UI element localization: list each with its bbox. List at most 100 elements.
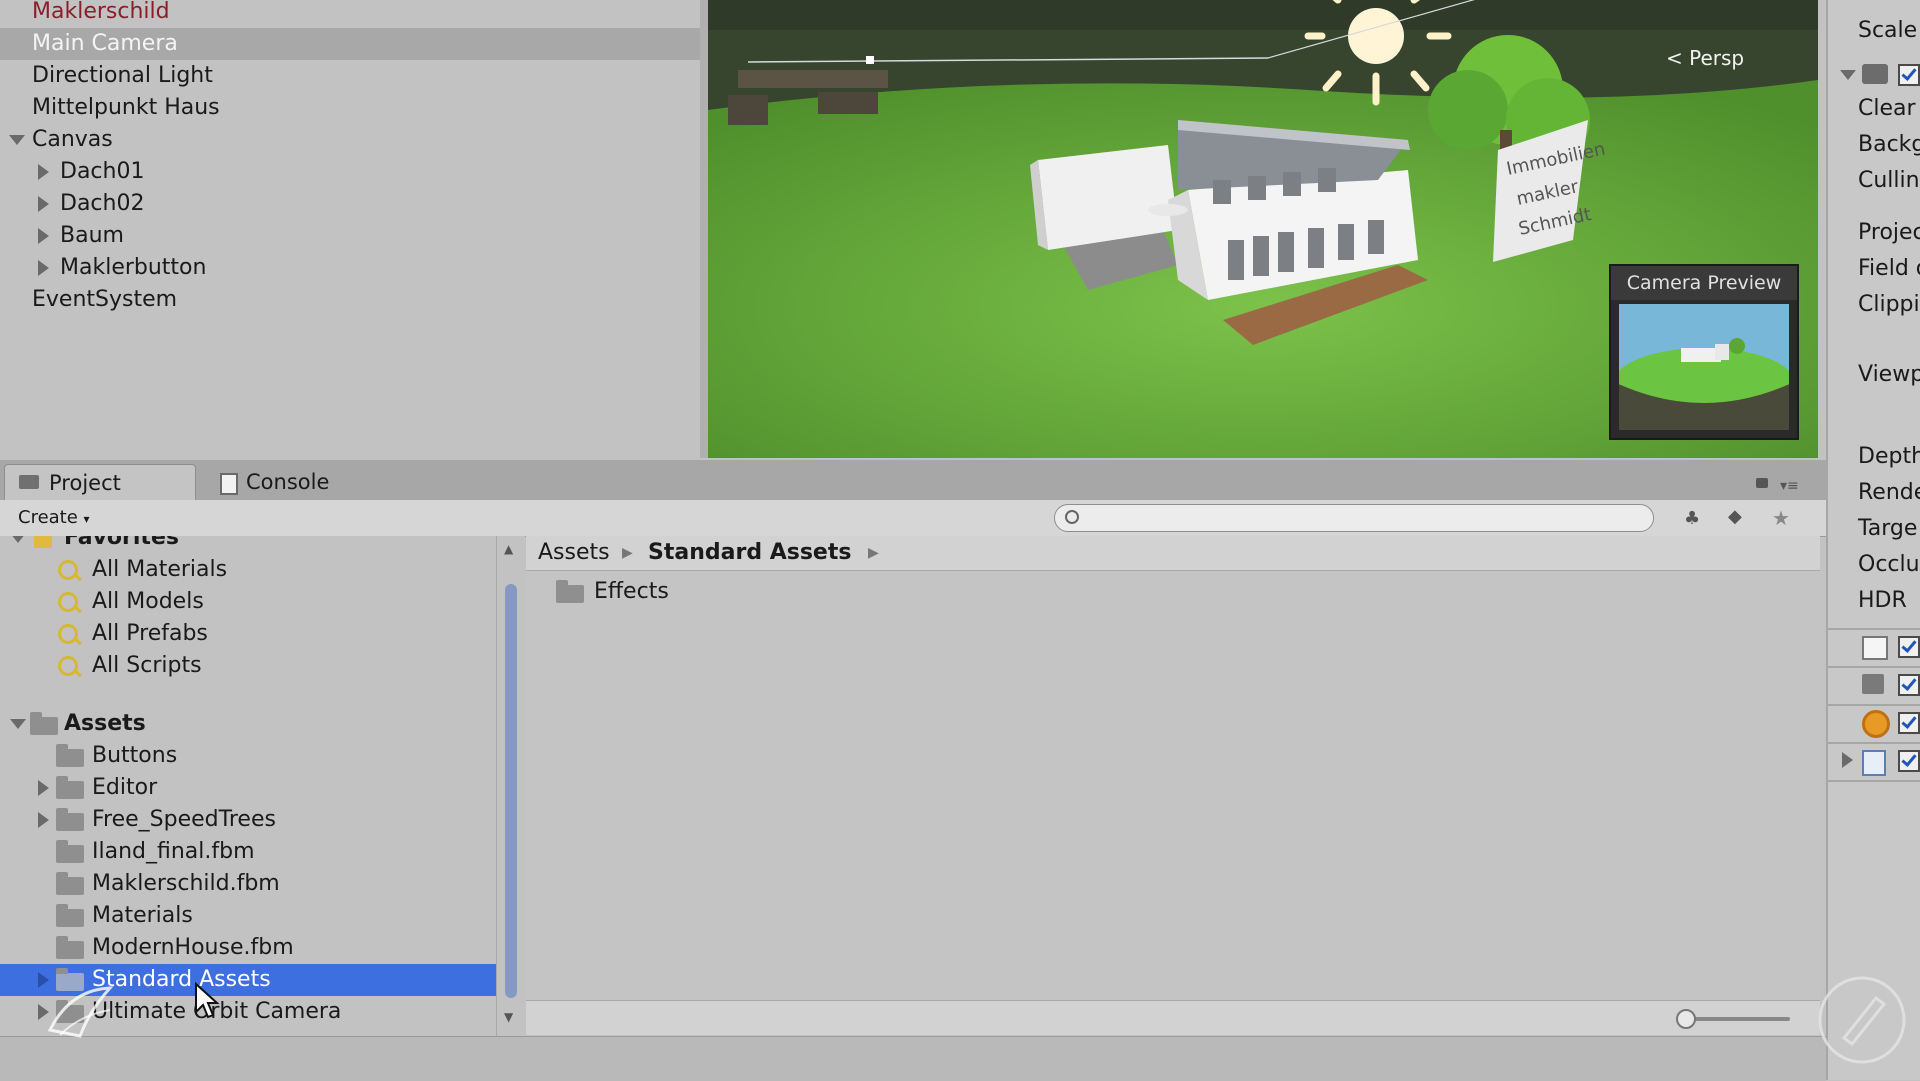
collapse-arrow-icon[interactable] <box>38 196 49 212</box>
scrollbar-thumb[interactable] <box>505 584 517 998</box>
persp-arrow-icon: < <box>1666 46 1690 70</box>
tree-favorites-header[interactable]: Favorites <box>0 536 496 554</box>
camera-enabled-checkbox[interactable] <box>1898 64 1920 86</box>
asset-folder-free-speedtrees[interactable]: Free_SpeedTrees <box>0 804 496 836</box>
tab-console[interactable]: Console <box>210 464 380 500</box>
folder-icon <box>556 580 584 603</box>
asset-folder-buttons[interactable]: Buttons <box>0 740 496 772</box>
favorite-item-all-prefabs[interactable]: All Prefabs <box>0 618 496 650</box>
inspector-target-texture-label: Targe <box>1858 516 1918 541</box>
favorite-item-all-models[interactable]: All Models <box>0 586 496 618</box>
inspector-field-of-view-label: Field o <box>1858 256 1920 281</box>
breadcrumb-item-assets[interactable]: Assets <box>538 536 610 570</box>
audio-listener-checkbox[interactable] <box>1898 712 1920 734</box>
search-icon <box>1065 510 1079 524</box>
favorite-item-label: All Models <box>92 589 204 614</box>
folder-icon <box>56 840 84 863</box>
asset-folder-modernhouse-fbm[interactable]: ModernHouse.fbm <box>0 932 496 964</box>
hierarchy-item-dach02[interactable]: Dach02 <box>0 188 700 220</box>
inspector-depth-label: Depth <box>1858 444 1920 469</box>
content-item-effects[interactable]: Effects <box>556 576 856 608</box>
hierarchy-item-main-camera[interactable]: Main Camera <box>0 28 700 60</box>
asset-folder-iland-final-fbm[interactable]: Iland_final.fbm <box>0 836 496 868</box>
filter-by-type-icon[interactable]: ♣ <box>1684 508 1706 529</box>
collapse-arrow-icon[interactable] <box>38 228 49 244</box>
tree-scrollbar[interactable]: ▲ ▼ <box>496 536 525 1036</box>
script-checkbox[interactable] <box>1898 750 1920 772</box>
flare-layer-icon <box>1862 674 1884 694</box>
hierarchy-item-label: Dach01 <box>60 159 145 184</box>
favorite-item-label: All Scripts <box>92 653 202 678</box>
tree-assets-header[interactable]: Assets <box>0 708 496 740</box>
asset-folder-label: ModernHouse.fbm <box>92 935 294 960</box>
asset-folder-maklerschild-fbm[interactable]: Maklerschild.fbm <box>0 868 496 900</box>
hierarchy-item-directional-light[interactable]: Directional Light <box>0 60 700 92</box>
folder-icon <box>56 872 84 895</box>
component-expand-icon[interactable] <box>1842 752 1853 768</box>
hierarchy-item-baum[interactable]: Baum <box>0 220 700 252</box>
hierarchy-item-label: Directional Light <box>32 63 213 88</box>
expand-arrow-icon[interactable] <box>10 536 26 543</box>
scroll-up-icon[interactable]: ▲ <box>504 542 513 556</box>
asset-folder-label: Materials <box>92 903 193 928</box>
favorite-item-label: All Prefabs <box>92 621 208 646</box>
expand-arrow-icon[interactable] <box>9 135 25 145</box>
project-folder-icon <box>19 475 39 489</box>
icon-size-slider-handle[interactable] <box>1676 1009 1696 1029</box>
asset-folder-label: Buttons <box>92 743 178 768</box>
camera-preview-image <box>1619 304 1789 430</box>
panel-menu-icon[interactable]: ▾≡ <box>1780 478 1799 494</box>
inspector-background-label: Backg <box>1858 132 1920 157</box>
favorite-star-icon[interactable]: ★ <box>1772 506 1794 530</box>
inspector-panel: Scale Clear Backg Cullin Projec Field o … <box>1826 0 1920 1080</box>
project-tree: Favorites All Materials All Models All P… <box>0 536 496 1036</box>
collapse-arrow-icon[interactable] <box>38 164 49 180</box>
hierarchy-item-canvas[interactable]: Canvas <box>0 124 700 156</box>
camera-preview-panel: Camera Preview <box>1609 264 1799 440</box>
flare-layer-checkbox[interactable] <box>1898 674 1920 696</box>
persp-label[interactable]: < Persp <box>1666 46 1744 70</box>
create-dropdown-button[interactable]: Create ▾ <box>18 505 114 531</box>
lock-icon[interactable] <box>1756 478 1768 488</box>
component-fold-icon[interactable] <box>1840 70 1856 80</box>
content-item-label: Effects <box>594 579 669 604</box>
asset-folder-editor[interactable]: Editor <box>0 772 496 804</box>
saved-search-icon <box>58 624 78 644</box>
asset-folder-materials[interactable]: Materials <box>0 900 496 932</box>
mouse-cursor-icon <box>195 982 220 1019</box>
folder-icon <box>56 776 84 799</box>
dropdown-arrow-icon: ▾ <box>83 512 90 526</box>
panel-divider[interactable] <box>700 0 708 458</box>
project-tab-bar: Project Console ▾≡ <box>0 460 1826 501</box>
hierarchy-item-maklerschild[interactable]: Maklerschild <box>0 0 700 28</box>
asset-folder-label: Iland_final.fbm <box>92 839 255 864</box>
favorite-item-all-scripts[interactable]: All Scripts <box>0 650 496 682</box>
collapse-arrow-icon[interactable] <box>38 260 49 276</box>
project-search-input[interactable] <box>1054 504 1654 532</box>
scroll-down-icon[interactable]: ▼ <box>504 1010 513 1024</box>
inspector-culling-mask-label: Cullin <box>1858 168 1920 193</box>
collapse-arrow-icon[interactable] <box>38 780 49 796</box>
expand-arrow-icon[interactable] <box>10 719 26 729</box>
folder-icon <box>56 744 84 767</box>
tab-project[interactable]: Project <box>4 464 196 501</box>
tab-project-label: Project <box>49 471 121 495</box>
create-button-label: Create <box>18 507 78 528</box>
hierarchy-item-dach01[interactable]: Dach01 <box>0 156 700 188</box>
filter-by-label-icon[interactable]: ◆ <box>1728 506 1750 528</box>
hierarchy-item-eventsystem[interactable]: EventSystem <box>0 284 700 316</box>
gui-layer-checkbox[interactable] <box>1898 636 1920 658</box>
hierarchy-item-label: Main Camera <box>32 31 178 56</box>
breadcrumb-item-standard-assets[interactable]: Standard Assets <box>648 536 851 570</box>
collapse-arrow-icon[interactable] <box>38 812 49 828</box>
inspector-occlusion-culling-label: Occlu <box>1858 552 1920 577</box>
breadcrumb-separator-icon: ▶ <box>868 545 879 561</box>
asset-folder-label: Maklerschild.fbm <box>92 871 280 896</box>
icon-size-slider[interactable] <box>1682 1017 1790 1021</box>
hierarchy-item-mittelpunkt-haus[interactable]: Mittelpunkt Haus <box>0 92 700 124</box>
saved-search-icon <box>58 656 78 676</box>
breadcrumb-separator-icon: ▶ <box>622 545 633 561</box>
inspector-viewport-rect-label: Viewp <box>1858 362 1920 387</box>
hierarchy-item-maklerbutton[interactable]: Maklerbutton <box>0 252 700 284</box>
favorite-item-all-materials[interactable]: All Materials <box>0 554 496 586</box>
